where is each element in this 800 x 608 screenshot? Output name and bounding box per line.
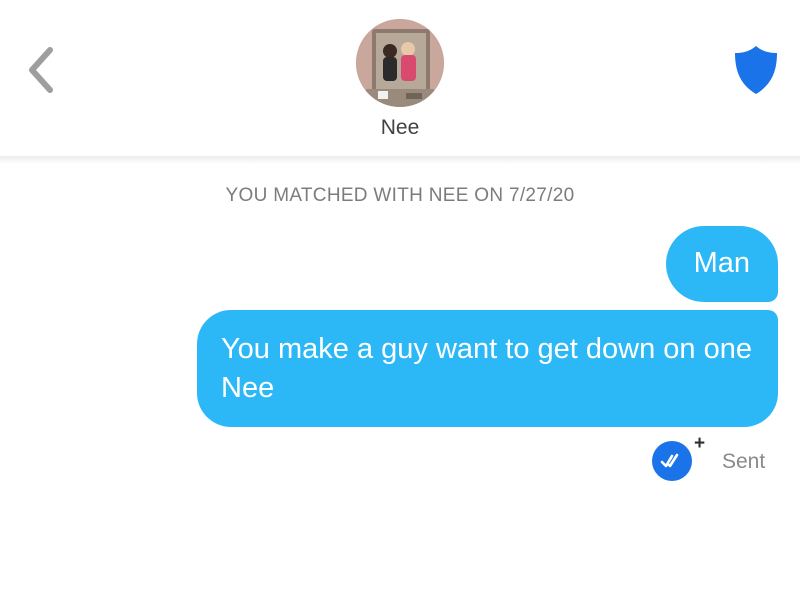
shield-icon — [735, 46, 777, 94]
safety-button[interactable] — [732, 44, 780, 96]
chat-header: Nee — [0, 0, 800, 160]
plus-icon: + — [694, 433, 706, 454]
match-name: Nee — [380, 116, 420, 139]
message-bubble[interactable]: Man — [665, 226, 778, 302]
chat-screen: Nee YOU MATCHED WITH NEE ON 7/27/20 Man … — [0, 0, 800, 608]
read-receipt-button[interactable] — [652, 441, 692, 481]
sent-status: Sent — [722, 450, 766, 473]
avatar-photo — [356, 19, 444, 107]
read-receipt-icon — [660, 453, 679, 468]
back-button[interactable] — [20, 40, 64, 100]
message-bubble[interactable]: You make a guy want to get down on one N… — [197, 310, 778, 427]
match-avatar[interactable] — [356, 19, 444, 107]
header-divider — [0, 156, 800, 164]
match-date-banner: YOU MATCHED WITH NEE ON 7/27/20 — [225, 185, 575, 206]
chevron-left-icon — [29, 47, 53, 93]
